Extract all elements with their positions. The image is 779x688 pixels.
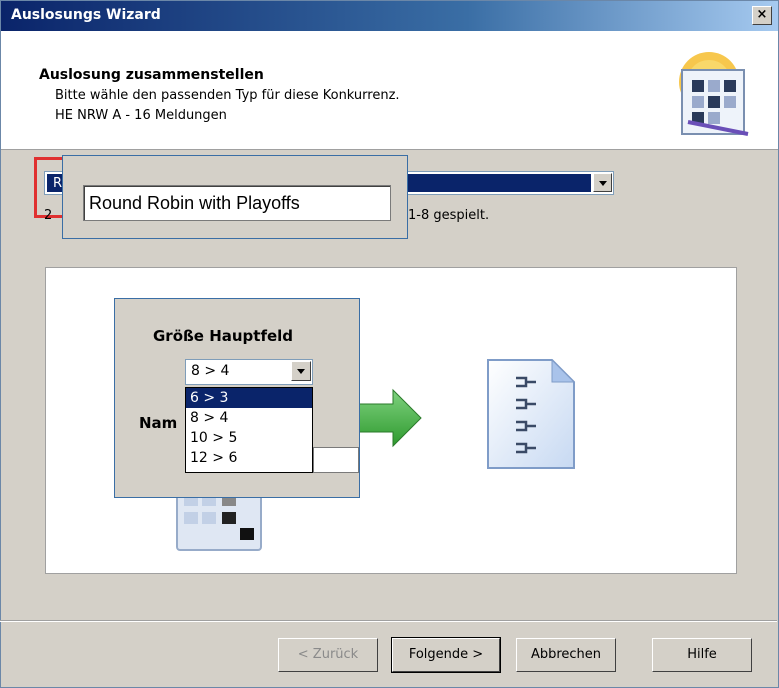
main-draw-size-value: 8 > 4 <box>191 363 230 379</box>
option-12-6[interactable]: 12 > 6 <box>186 448 312 468</box>
chevron-down-icon <box>599 181 607 186</box>
title-bar: Auslosungs Wizard × <box>1 1 778 31</box>
header-title: Auslosung zusammenstellen <box>39 67 264 83</box>
zoom-draw-type: Round Robin with Playoffs <box>62 155 408 239</box>
draw-type-value: R <box>53 176 63 191</box>
name-input[interactable] <box>313 447 359 473</box>
option-8-4[interactable]: 8 > 4 <box>186 408 312 428</box>
option-10-5[interactable]: 10 > 5 <box>186 428 312 448</box>
zoom-draw-type-value: Round Robin with Playoffs <box>89 193 300 213</box>
green-arrow-icon <box>357 388 422 448</box>
draw-type-dropdown-button[interactable] <box>593 173 612 192</box>
next-button[interactable]: Folgende > <box>391 637 501 673</box>
main-draw-size-dropdown-button[interactable] <box>291 361 311 381</box>
zoom-draw-type-field[interactable]: Round Robin with Playoffs <box>83 185 391 221</box>
draw-type-description-end: 1-8 gespielt. <box>408 208 490 223</box>
header-info: HE NRW A - 16 Meldungen <box>55 108 227 123</box>
back-button[interactable]: < Zurück <box>278 638 378 672</box>
cancel-button[interactable]: Abbrechen <box>516 638 616 672</box>
wizard-header: Auslosung zusammenstellen Bitte wähle de… <box>1 31 778 150</box>
draw-document-icon <box>487 358 576 469</box>
button-separator <box>0 620 777 622</box>
close-button[interactable]: × <box>752 6 772 25</box>
main-draw-size-options: 6 > 3 8 > 4 10 > 5 12 > 6 <box>185 387 313 473</box>
zoom-main-draw-size: Größe Hauptfeld 8 > 4 Nam 6 > 3 8 > 4 10… <box>114 298 360 498</box>
main-draw-size-combo[interactable]: 8 > 4 <box>185 359 313 385</box>
option-6-3[interactable]: 6 > 3 <box>186 388 312 408</box>
main-draw-size-label: Größe Hauptfeld <box>153 327 294 345</box>
header-subtitle: Bitte wähle den passenden Typ für diese … <box>55 88 400 103</box>
name-label: Nam <box>139 414 178 432</box>
draw-wizard-icon <box>679 52 749 136</box>
draw-type-description-start: 2 <box>44 208 53 223</box>
help-button[interactable]: Hilfe <box>652 638 752 672</box>
window-title: Auslosungs Wizard <box>11 7 161 23</box>
chevron-down-icon <box>297 369 305 374</box>
